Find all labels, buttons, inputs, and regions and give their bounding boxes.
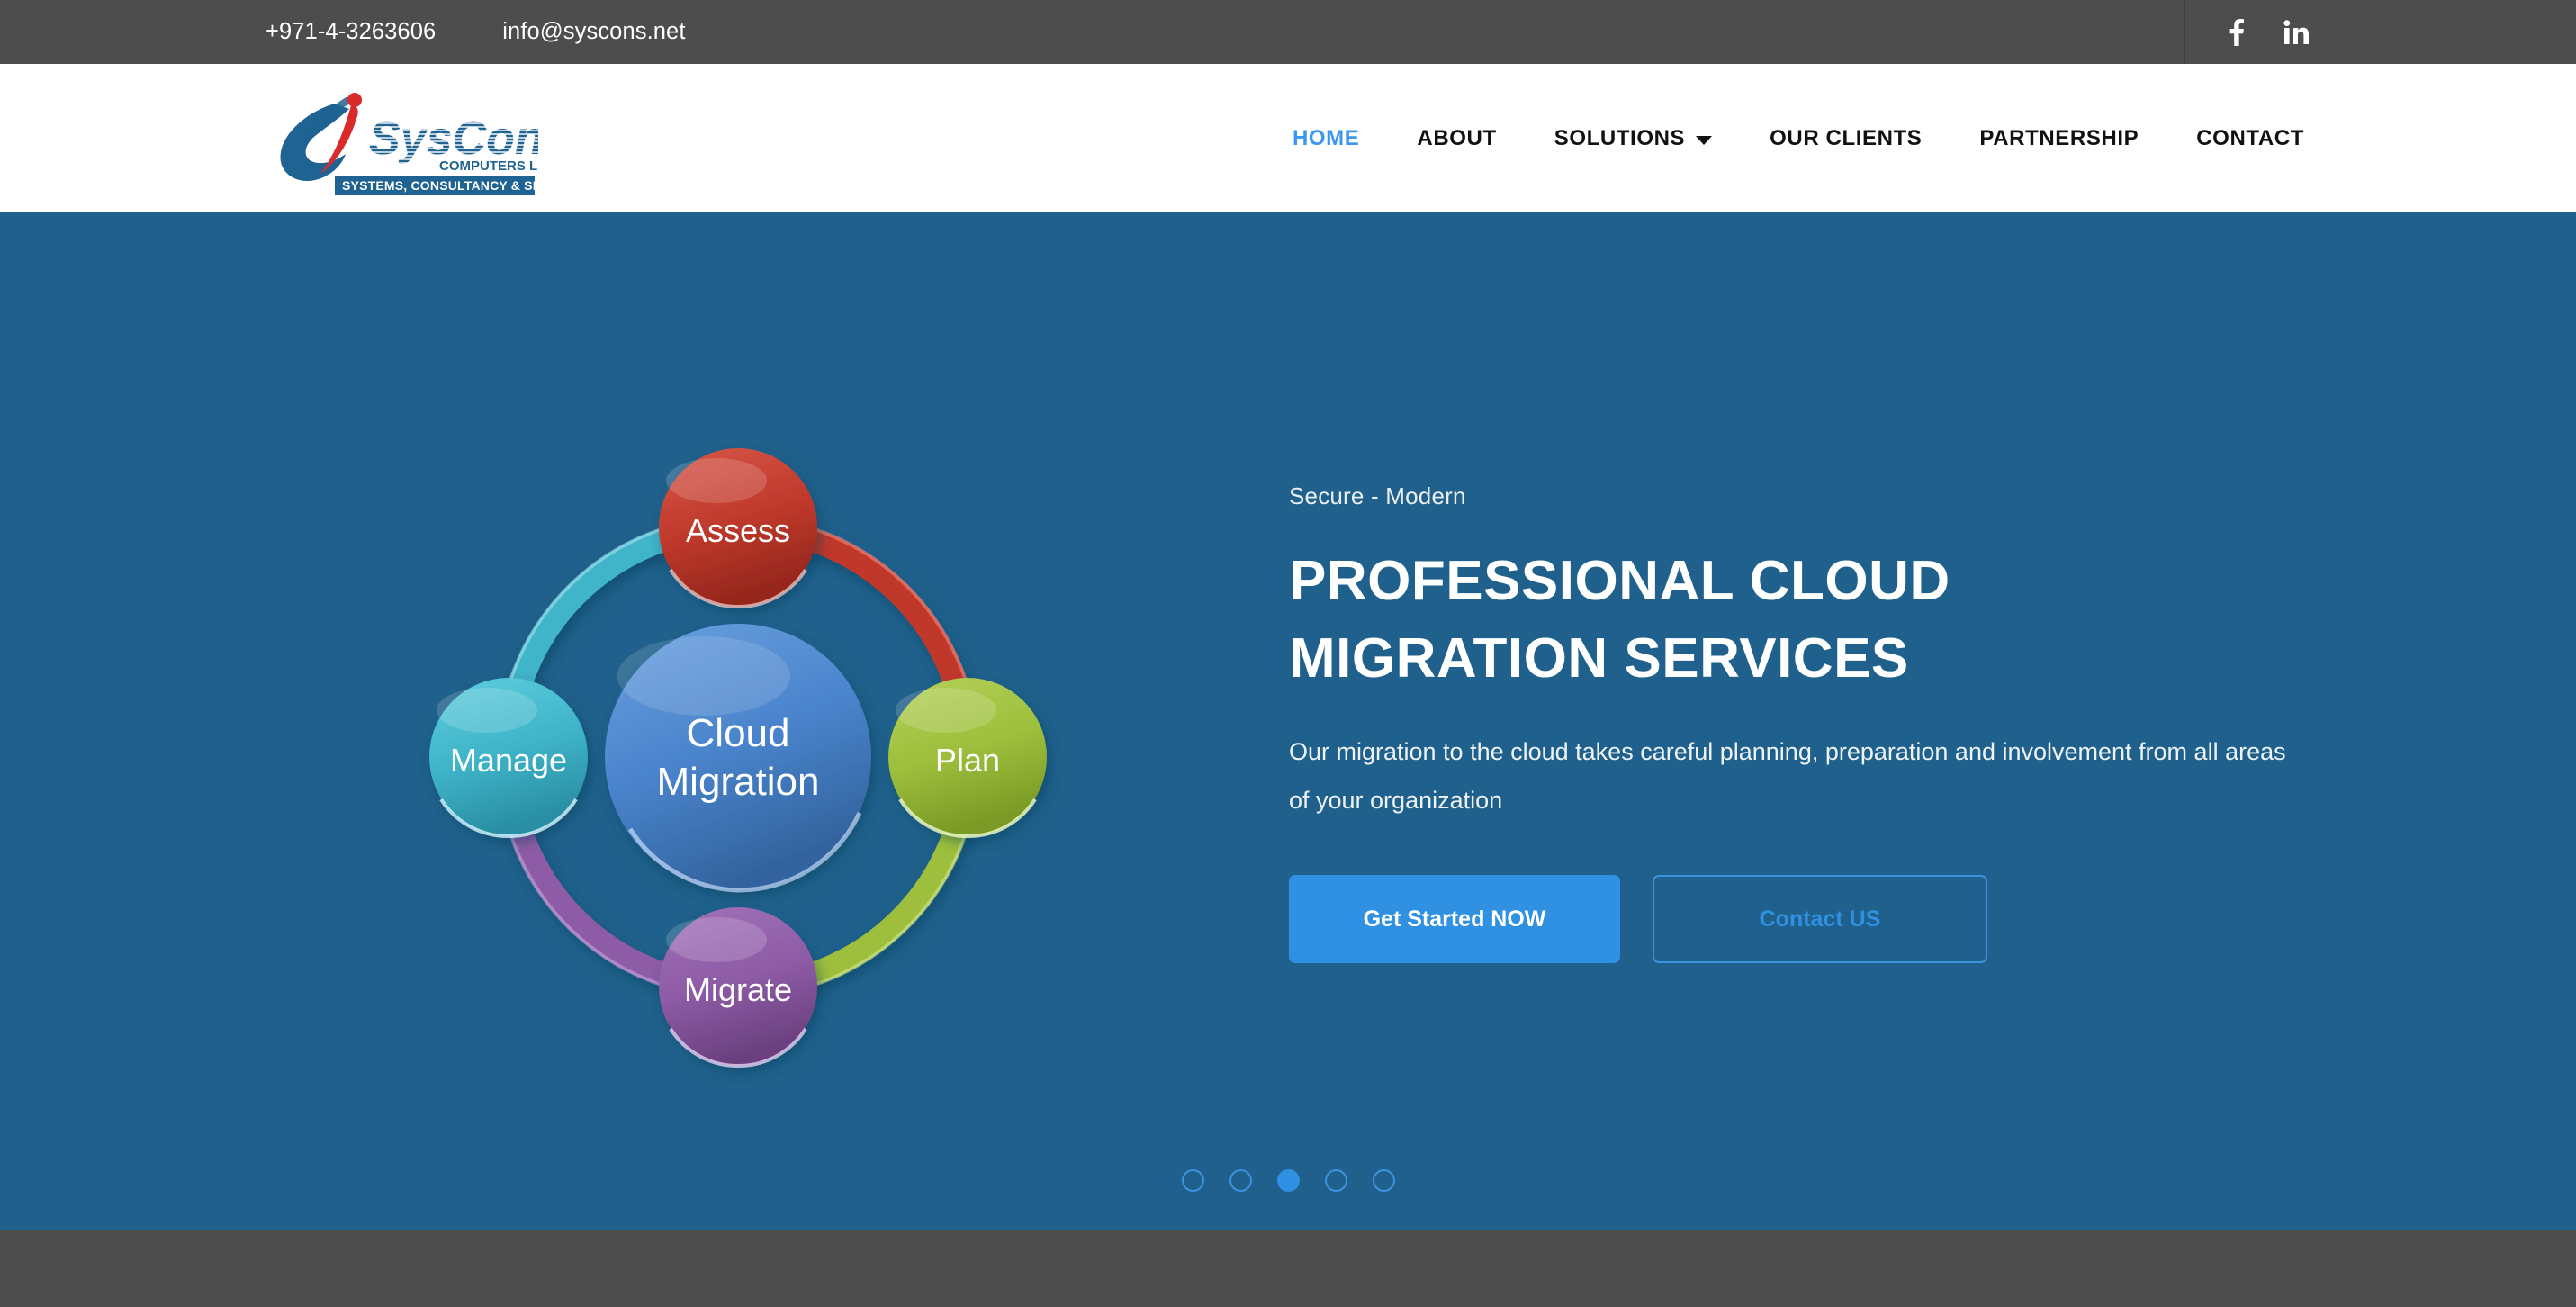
footer-strip <box>0 1230 2576 1307</box>
nav-label: PARTNERSHIP <box>1979 125 2139 150</box>
linkedin-icon[interactable] <box>2283 19 2310 46</box>
hero-copy: Secure - Modern PROFESSIONAL CLOUD MIGRA… <box>1289 482 2351 964</box>
nav-item-contact[interactable]: CONTACT <box>2167 126 2333 151</box>
nav-label: OUR CLIENTS <box>1770 125 1923 150</box>
logo-brand-text: SysConS <box>369 113 538 165</box>
nav-label: CONTACT <box>2196 125 2304 150</box>
node-label-assess: Assess <box>686 512 790 549</box>
nav-item-solutions[interactable]: SOLUTIONS <box>1526 126 1741 151</box>
nav-label: SOLUTIONS <box>1554 125 1686 150</box>
center-label-line1: Cloud <box>687 711 790 755</box>
hero-kicker: Secure - Modern <box>1289 482 1466 509</box>
carousel-dots <box>0 1169 2576 1192</box>
carousel-dot-4[interactable] <box>1324 1169 1347 1192</box>
headline-line-2: MIGRATION SERVICES <box>1289 626 1909 690</box>
facebook-icon[interactable] <box>2223 18 2250 46</box>
logo-sub-text: COMPUTERS LLC <box>439 158 538 174</box>
carousel-dot-2[interactable] <box>1229 1169 1252 1192</box>
top-utility-bar: +971-4-3263606 info@syscons.net <box>0 0 2576 64</box>
hero-section: Cloud Migration Assess Plan Migrate Mana… <box>0 212 2576 1230</box>
nav-item-about[interactable]: ABOUT <box>1388 126 1525 151</box>
node-label-plan: Plan <box>935 742 1000 779</box>
diagram-node-assess: Assess <box>659 448 817 609</box>
email-address[interactable]: info@syscons.net <box>502 19 685 45</box>
social-links <box>2223 0 2310 64</box>
logo-tagline-text: SYSTEMS, CONSULTANCY & SERVICES <box>342 178 538 193</box>
contact-info: +971-4-3263606 info@syscons.net <box>266 0 686 64</box>
hero-subcopy: Our migration to the cloud takes careful… <box>1289 738 2286 815</box>
topbar-divider <box>2184 0 2185 64</box>
headline-line-1: PROFESSIONAL CLOUD <box>1289 550 1950 612</box>
main-navigation: HOME ABOUT SOLUTIONS OUR CLIENTS PARTNER… <box>1264 64 2333 212</box>
cloud-migration-diagram: Cloud Migration Assess Plan Migrate Mana… <box>333 352 1143 1162</box>
get-started-button[interactable]: Get Started NOW <box>1289 875 1620 964</box>
logo[interactable]: SysConS COMPUTERS LLC SYSTEMS, CONSULTAN… <box>268 78 538 200</box>
node-label-migrate: Migrate <box>684 971 792 1008</box>
center-label-line2: Migration <box>657 760 820 804</box>
carousel-dot-3[interactable] <box>1276 1169 1300 1192</box>
page-title: PROFESSIONAL CLOUD MIGRATION SERVICES <box>1289 543 2351 697</box>
carousel-dot-5[interactable] <box>1372 1169 1395 1192</box>
nav-item-partnership[interactable]: PARTNERSHIP <box>1950 126 2167 151</box>
site-header: SysConS COMPUTERS LLC SYSTEMS, CONSULTAN… <box>0 64 2576 212</box>
diagram-node-manage: Manage <box>429 678 588 839</box>
diagram-node-migrate: Migrate <box>659 907 817 1068</box>
nav-label: HOME <box>1292 125 1360 150</box>
hero-cta-row: Get Started NOW Contact US <box>1289 875 2351 964</box>
nav-item-home[interactable]: HOME <box>1264 126 1388 151</box>
diagram-center-node: Cloud Migration <box>605 624 871 893</box>
contact-us-button[interactable]: Contact US <box>1653 875 1987 964</box>
node-label-manage: Manage <box>450 742 567 779</box>
phone-number[interactable]: +971-4-3263606 <box>266 19 436 45</box>
nav-label: ABOUT <box>1417 125 1497 150</box>
chevron-down-icon <box>1696 135 1713 145</box>
diagram-node-plan: Plan <box>888 678 1047 839</box>
carousel-dot-1[interactable] <box>1181 1169 1204 1192</box>
nav-item-our-clients[interactable]: OUR CLIENTS <box>1741 126 1950 151</box>
